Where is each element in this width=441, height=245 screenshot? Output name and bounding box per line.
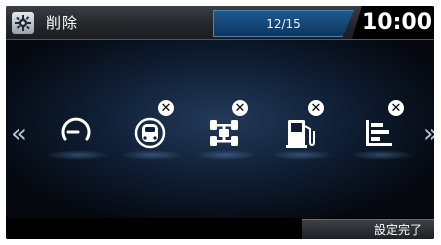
fuel-economy-icon [286, 120, 315, 148]
done-button[interactable]: 設定完了 [302, 219, 434, 239]
footer-bar: 設定完了 [6, 219, 434, 239]
remove-badge[interactable]: ✕ [308, 100, 324, 116]
item-reflection [350, 150, 414, 160]
item-reflection [120, 150, 184, 160]
carousel-item-tire[interactable]: ✕ [194, 100, 258, 166]
trip-computer-icon [61, 117, 91, 141]
screen: 削除 12/15 10:00 « ✕ ✕ ✕ ✕ 設定完了 [6, 6, 434, 239]
carousel-item-fuel[interactable]: ✕ [270, 100, 334, 166]
remove-badge[interactable]: ✕ [232, 100, 248, 116]
previous-arrow[interactable]: « [10, 121, 28, 147]
header-bar: 削除 12/15 10:00 [6, 6, 434, 40]
gear-icon [12, 12, 34, 34]
tire-pressure-icon [210, 120, 238, 146]
remove-badge[interactable]: ✕ [388, 100, 404, 116]
item-reflection [270, 150, 334, 160]
item-reflection [46, 150, 110, 160]
vehicle-assist-icon [134, 117, 166, 149]
remove-badge[interactable]: ✕ [158, 100, 174, 116]
icon-carousel: « ✕ ✕ ✕ ✕ [6, 40, 434, 218]
next-arrow[interactable]: » [423, 121, 434, 147]
clock: 10:00 [352, 6, 434, 39]
page-title: 削除 [46, 14, 79, 32]
carousel-item-assist[interactable]: ✕ [120, 100, 184, 166]
carousel-item-history[interactable]: ✕ [350, 100, 414, 166]
item-reflection [194, 150, 258, 160]
history-bars-icon [366, 120, 392, 146]
carousel-item-trip[interactable] [46, 100, 110, 166]
page-indicator: 12/15 [213, 10, 354, 37]
